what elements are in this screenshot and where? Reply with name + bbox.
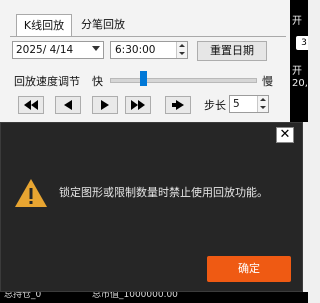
- replay-panel: K线回放 分笔回放 2025/ 4/14 6:30:00 重置日期 回放速度调节…: [0, 0, 290, 122]
- bg-text: 总持仓_0: [4, 292, 42, 300]
- speed-slider[interactable]: [110, 78, 257, 83]
- step-field[interactable]: 5: [229, 95, 269, 113]
- tab-kline-replay[interactable]: K线回放: [16, 14, 72, 36]
- fast-backward-button[interactable]: [18, 96, 44, 114]
- bg-text: 开: [292, 66, 302, 77]
- fast-forward-button[interactable]: [125, 96, 151, 114]
- step-forward-icon: [172, 100, 184, 110]
- step-spinner[interactable]: [257, 96, 268, 112]
- chevron-down-icon[interactable]: [92, 46, 100, 51]
- play-icon: [101, 100, 109, 110]
- time-value: 6:30:00: [115, 44, 156, 56]
- speed-slider-thumb[interactable]: [140, 71, 147, 86]
- bg-text: 开: [292, 16, 302, 27]
- bg-text: 总市值_1000000.00: [92, 292, 178, 300]
- background-app-strip: 开 3 开 20,4: [290, 0, 308, 122]
- play-button[interactable]: [92, 96, 118, 114]
- bg-chip: 3: [296, 36, 308, 50]
- time-field[interactable]: 6:30:00: [110, 41, 188, 59]
- spin-down-icon[interactable]: [177, 50, 187, 58]
- warning-icon: [15, 179, 47, 207]
- step-backward-icon: [64, 100, 72, 110]
- date-picker[interactable]: 2025/ 4/14: [12, 41, 104, 59]
- step-value: 5: [233, 98, 240, 110]
- ok-button[interactable]: 确定: [207, 256, 291, 282]
- speed-slow-label: 慢: [262, 75, 273, 88]
- bg-text: 20,4: [292, 78, 308, 89]
- reset-date-button[interactable]: 重置日期: [197, 41, 267, 61]
- warning-dialog: ✕ 锁定图形或限制数量时禁止使用回放功能。 确定: [0, 122, 303, 292]
- step-label: 步长: [204, 99, 226, 112]
- fast-backward-icon: [24, 100, 38, 110]
- close-button[interactable]: ✕: [276, 127, 294, 143]
- spin-down-icon[interactable]: [258, 104, 268, 112]
- step-backward-button[interactable]: [55, 96, 81, 114]
- speed-fast-label: 快: [92, 75, 103, 88]
- step-forward-button[interactable]: [165, 96, 191, 114]
- spin-up-icon[interactable]: [258, 96, 268, 104]
- tab-tick-replay[interactable]: 分笔回放: [76, 14, 130, 36]
- spin-up-icon[interactable]: [177, 42, 187, 50]
- fast-forward-icon: [131, 100, 145, 110]
- speed-label: 回放速度调节: [14, 75, 80, 88]
- time-spinner[interactable]: [176, 42, 187, 58]
- close-icon: ✕: [279, 127, 291, 142]
- background-status-strip: 总持仓_0 总市值_1000000.00: [0, 292, 308, 303]
- dialog-message: 锁定图形或限制数量时禁止使用回放功能。: [59, 186, 268, 199]
- date-value: 2025/ 4/14: [16, 44, 74, 56]
- tab-divider: [10, 36, 286, 37]
